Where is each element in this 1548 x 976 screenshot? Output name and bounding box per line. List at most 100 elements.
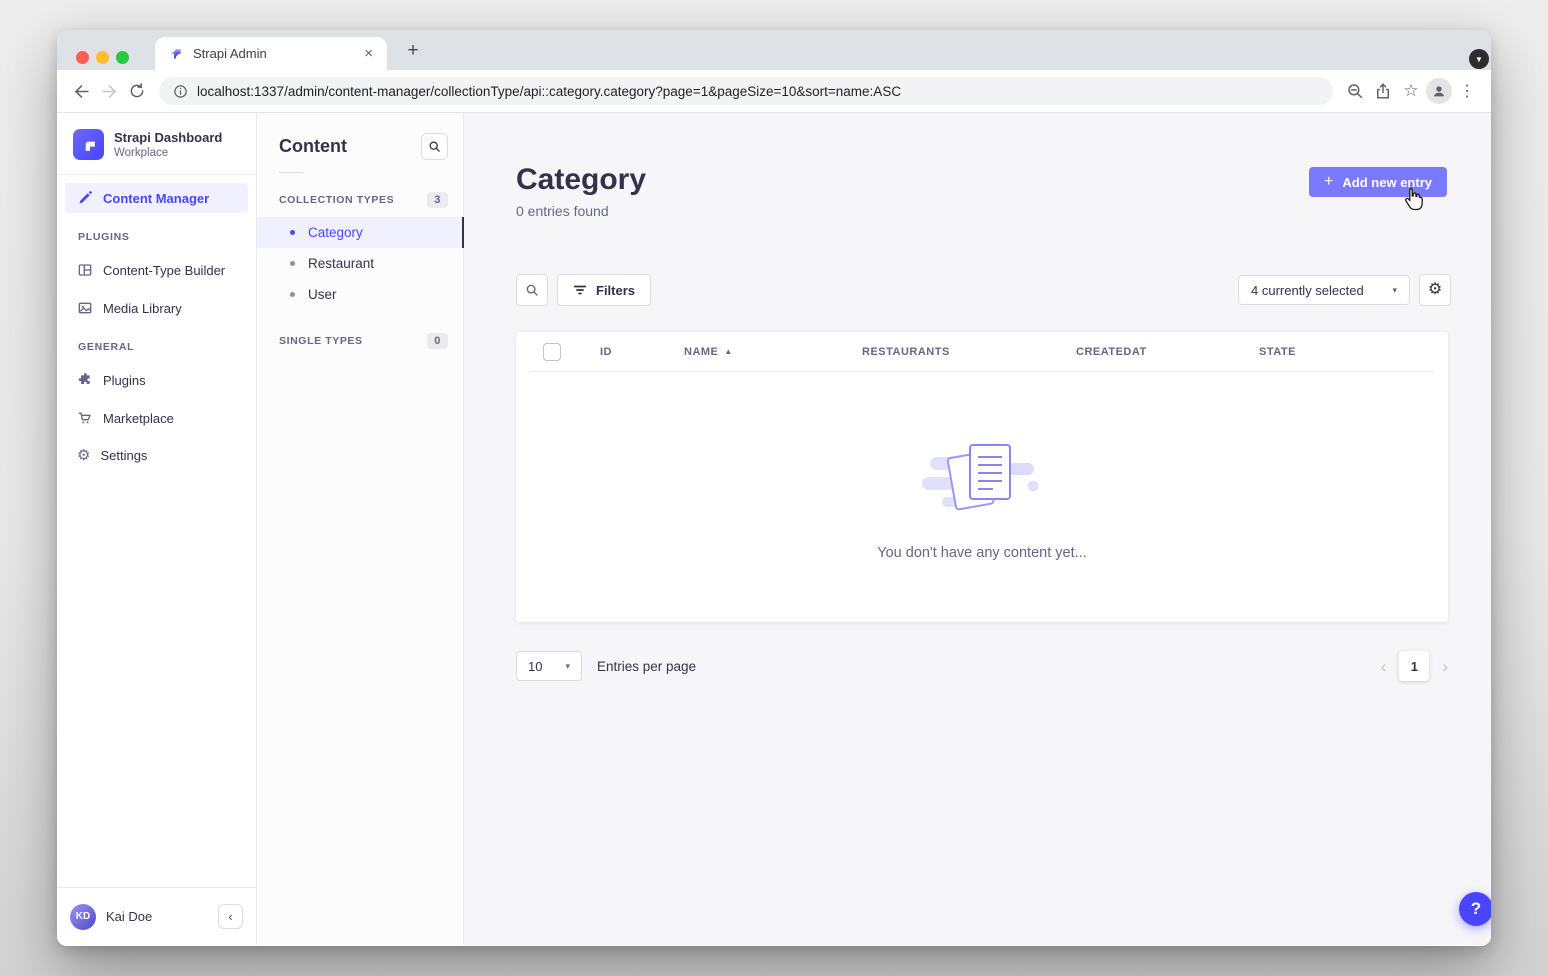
url-text: localhost:1337/admin/content-manager/col… — [197, 84, 901, 99]
question-mark-icon: ? — [1471, 899, 1481, 919]
forward-icon — [100, 82, 119, 101]
collection-type-restaurant[interactable]: Restaurant — [257, 248, 463, 279]
refresh-icon — [128, 82, 146, 100]
next-page-button[interactable]: › — [1442, 658, 1448, 675]
search-icon — [525, 283, 539, 297]
layout-icon — [77, 262, 93, 278]
collapse-sidebar-button[interactable]: ‹ — [218, 904, 243, 929]
profile-button[interactable] — [1425, 77, 1453, 105]
entries-table: ID NAME▲ RESTAURANTS CREATEDAT STATE — [516, 332, 1448, 622]
column-header-id[interactable]: ID — [600, 346, 612, 358]
user-name: Kai Doe — [106, 909, 152, 924]
collection-type-category[interactable]: Category — [257, 217, 463, 248]
zoom-button[interactable] — [1341, 77, 1369, 105]
person-icon — [1431, 83, 1447, 99]
user-row: KD Kai Doe ‹ — [57, 887, 256, 945]
sidebar-item-settings[interactable]: ⚙ Settings — [65, 441, 248, 470]
sidebar-item-plugins[interactable]: Plugins — [65, 365, 248, 395]
search-entries-button[interactable] — [516, 274, 548, 306]
sidebar-item-content-type-builder[interactable]: Content-Type Builder — [65, 255, 248, 285]
pen-icon — [77, 190, 93, 206]
list-actions-row: Filters 4 currently selected ▾ ⚙ — [516, 274, 1451, 306]
filters-button[interactable]: Filters — [557, 274, 651, 306]
forward-button[interactable] — [95, 77, 123, 105]
column-header-createdat[interactable]: CREATEDAT — [1076, 346, 1147, 358]
fields-selected-dropdown[interactable]: 4 currently selected ▾ — [1238, 275, 1410, 305]
browser-toolbar: localhost:1337/admin/content-manager/col… — [57, 70, 1491, 113]
fullscreen-window-button[interactable] — [116, 51, 129, 64]
workspace-brand[interactable]: Strapi Dashboard Workplace — [57, 113, 256, 174]
add-new-entry-label: Add new entry — [1342, 175, 1432, 190]
bullet-icon — [290, 261, 295, 266]
strapi-app: Strapi Dashboard Workplace Content Manag… — [57, 113, 1491, 945]
sidebar-item-label: Settings — [100, 448, 147, 463]
site-info-icon[interactable] — [173, 84, 188, 99]
single-types-header: SINGLE TYPES 0 — [257, 324, 463, 358]
close-window-button[interactable] — [76, 51, 89, 64]
sidebar-divider — [57, 174, 256, 175]
filter-icon — [573, 284, 587, 296]
chevron-down-icon: ▾ — [1392, 285, 1397, 296]
user-avatar[interactable]: KD — [70, 904, 96, 930]
tab-strip: Strapi Admin × + ▼ — [57, 30, 1491, 70]
workspace-title: Strapi Dashboard — [114, 130, 222, 146]
cart-icon — [77, 410, 93, 426]
picture-icon — [77, 300, 93, 316]
empty-state-text: You don't have any content yet... — [877, 545, 1086, 561]
bullet-icon — [290, 292, 295, 297]
pager: ‹ 1 › — [1381, 651, 1448, 681]
view-settings-button[interactable]: ⚙ — [1419, 274, 1451, 306]
subnav-search-button[interactable] — [421, 133, 448, 160]
entries-found-text: 0 entries found — [516, 203, 609, 219]
single-types-label: SINGLE TYPES — [279, 335, 363, 347]
table-header-row: ID NAME▲ RESTAURANTS CREATEDAT STATE — [516, 332, 1448, 372]
current-page-button[interactable]: 1 — [1399, 651, 1429, 681]
collection-types-header: COLLECTION TYPES 3 — [257, 183, 463, 217]
column-header-state[interactable]: STATE — [1259, 346, 1296, 358]
sidebar-item-label: Content-Type Builder — [103, 263, 225, 278]
back-button[interactable] — [67, 77, 95, 105]
sort-asc-icon: ▲ — [724, 347, 732, 356]
workspace-subtitle: Workplace — [114, 147, 222, 159]
bookmark-button[interactable]: ☆ — [1397, 77, 1425, 105]
sidebar-item-label: Media Library — [103, 301, 182, 316]
plus-icon: + — [1324, 174, 1333, 190]
single-types-count-badge: 0 — [427, 333, 448, 349]
browser-menu-button[interactable]: ⋮ — [1453, 77, 1481, 105]
gear-icon: ⚙ — [1428, 282, 1442, 298]
browser-window: Strapi Admin × + ▼ localhost: — [57, 30, 1491, 946]
page-size-select[interactable]: 10 ▾ — [516, 651, 582, 681]
plugins-section-header: PLUGINS — [57, 215, 256, 247]
refresh-button[interactable] — [123, 77, 151, 105]
content-subnav: Content COLLECTION TYPES 3 Category Rest… — [257, 113, 464, 945]
strapi-favicon — [168, 46, 184, 62]
empty-state: You don't have any content yet... — [516, 372, 1448, 622]
fields-selected-value: 4 currently selected — [1251, 283, 1364, 298]
browser-tab[interactable]: Strapi Admin × — [155, 37, 387, 70]
collection-types-label: COLLECTION TYPES — [279, 194, 394, 206]
add-new-entry-button[interactable]: + Add new entry — [1309, 167, 1447, 197]
collection-type-user[interactable]: User — [257, 279, 463, 310]
pagination-row: 10 ▾ Entries per page ‹ 1 › — [516, 650, 1448, 682]
sidebar-item-media-library[interactable]: Media Library — [65, 293, 248, 323]
new-tab-button[interactable]: + — [401, 39, 425, 63]
share-icon — [1374, 82, 1392, 100]
strapi-logo-icon — [80, 136, 97, 153]
filters-label: Filters — [596, 283, 635, 298]
share-button[interactable] — [1369, 77, 1397, 105]
sidebar-item-marketplace[interactable]: Marketplace — [65, 403, 248, 433]
select-all-checkbox[interactable] — [543, 343, 561, 361]
close-tab-icon[interactable]: × — [360, 44, 377, 63]
sidebar-item-content-manager[interactable]: Content Manager — [65, 183, 248, 213]
minimize-window-button[interactable] — [96, 51, 109, 64]
help-button[interactable]: ? — [1459, 892, 1491, 926]
subnav-divider — [279, 172, 303, 173]
previous-page-button[interactable]: ‹ — [1381, 658, 1387, 675]
url-bar[interactable]: localhost:1337/admin/content-manager/col… — [159, 77, 1333, 105]
page-title: Category — [516, 163, 646, 197]
column-header-name[interactable]: NAME▲ — [684, 346, 733, 358]
record-indicator-icon: ▼ — [1469, 49, 1489, 69]
column-header-restaurants[interactable]: RESTAURANTS — [862, 346, 950, 358]
sidebar-item-label: Content Manager — [103, 191, 209, 206]
collection-type-label: User — [308, 287, 337, 302]
